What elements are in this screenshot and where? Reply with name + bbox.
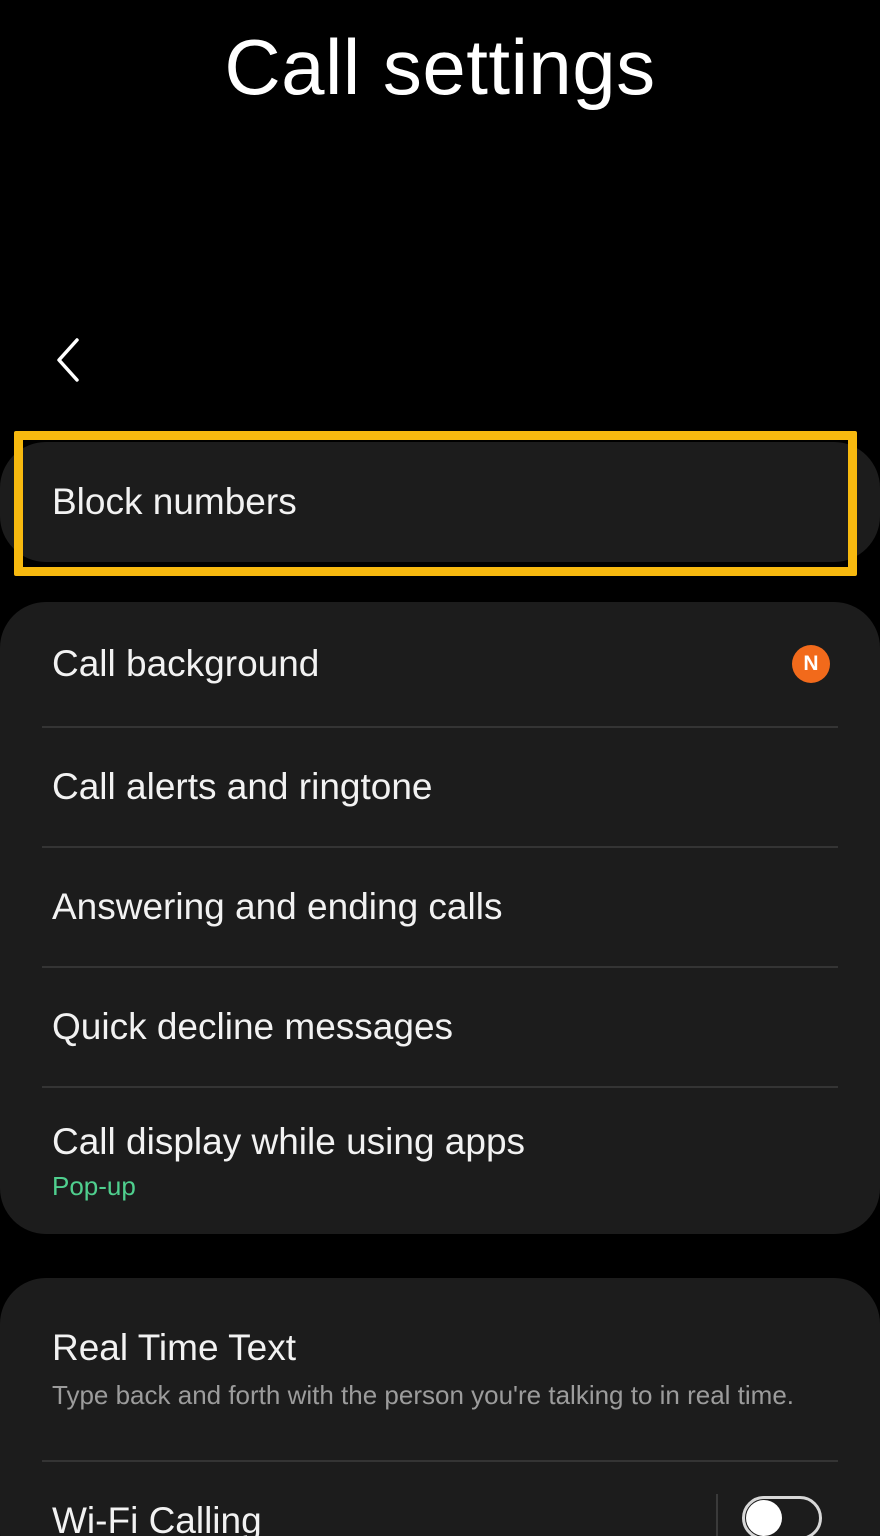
block-numbers-item[interactable]: Block numbers bbox=[52, 442, 297, 562]
call-display-apps-value: Pop-up bbox=[52, 1170, 136, 1201]
chevron-left-icon bbox=[53, 336, 83, 389]
call-alerts-ringtone-label: Call alerts and ringtone bbox=[52, 766, 433, 807]
wifi-calling-item[interactable]: Wi-Fi Calling bbox=[42, 1462, 838, 1536]
switch-divider bbox=[716, 1494, 718, 1536]
new-badge: N bbox=[792, 645, 830, 683]
wifi-calling-toggle[interactable] bbox=[742, 1496, 822, 1536]
page-title: Call settings bbox=[224, 23, 656, 111]
answering-ending-calls-label: Answering and ending calls bbox=[52, 886, 503, 927]
block-numbers-label: Block numbers bbox=[52, 481, 297, 522]
toggle-knob bbox=[746, 1500, 782, 1536]
real-time-text-description: Type back and forth with the person you'… bbox=[52, 1380, 795, 1410]
call-options-group: Call background N Call alerts and ringto… bbox=[0, 602, 880, 1234]
block-numbers-card: Block numbers bbox=[0, 442, 880, 562]
call-settings-screen: Call settings Block numbers Call backgro… bbox=[0, 0, 880, 1536]
call-background-item[interactable]: Call background N bbox=[42, 602, 838, 726]
answering-ending-calls-item[interactable]: Answering and ending calls bbox=[42, 848, 838, 966]
call-display-apps-label: Call display while using apps bbox=[52, 1120, 526, 1162]
quick-decline-messages-label: Quick decline messages bbox=[52, 1006, 454, 1047]
advanced-calling-group: Real Time Text Type back and forth with … bbox=[0, 1278, 880, 1536]
wifi-calling-label: Wi-Fi Calling bbox=[52, 1500, 262, 1536]
call-alerts-ringtone-item[interactable]: Call alerts and ringtone bbox=[42, 728, 838, 846]
quick-decline-messages-item[interactable]: Quick decline messages bbox=[42, 968, 838, 1086]
call-background-label: Call background bbox=[52, 643, 320, 684]
back-button[interactable] bbox=[40, 332, 96, 392]
call-display-apps-item[interactable]: Call display while using apps Pop-up bbox=[42, 1088, 838, 1234]
real-time-text-item[interactable]: Real Time Text Type back and forth with … bbox=[42, 1278, 838, 1460]
real-time-text-label: Real Time Text bbox=[52, 1327, 297, 1368]
